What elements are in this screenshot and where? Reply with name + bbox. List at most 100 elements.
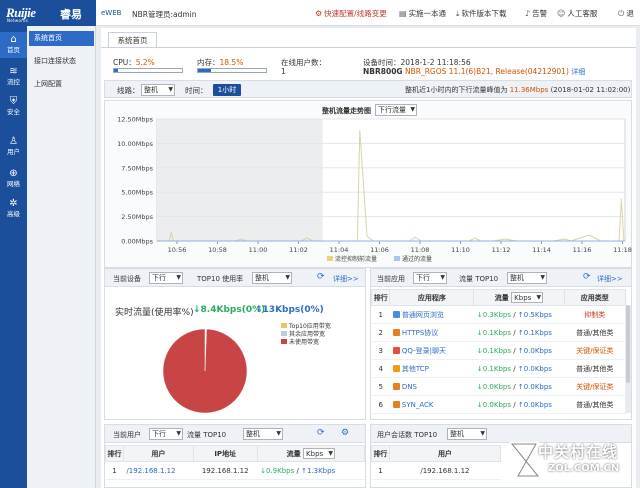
refresh-icon[interactable]: ⟳ bbox=[583, 272, 591, 282]
chevron-down-icon: ▼ bbox=[276, 430, 281, 437]
table-row: 1 /192.168.1.12 192.168.1.12 ↓0.9Kbps / … bbox=[105, 461, 365, 480]
user-scope-value: 整机 bbox=[246, 430, 260, 438]
globe-icon: ⊕ bbox=[9, 168, 18, 179]
chevron-down-icon: ▼ bbox=[480, 430, 485, 437]
line-select-value: 整机 bbox=[144, 86, 158, 94]
app-sort-select[interactable]: 下行 ▼ bbox=[413, 272, 447, 284]
row-rank: 1 bbox=[371, 305, 390, 324]
sidebar-label: 安全 bbox=[7, 108, 20, 116]
tab-system-home[interactable]: 系统首页 bbox=[108, 32, 157, 48]
row-down: ↓0.9Kbps bbox=[260, 466, 295, 475]
submenu-item-internet-config[interactable]: 上网配置 bbox=[29, 77, 94, 92]
device-detail-link[interactable]: 详细 bbox=[571, 68, 585, 76]
x-tick-label: 11:14 bbox=[532, 246, 551, 254]
app-rows: 1 普通网页浏览 ↓0.3Kbps / ↑0.5Kbps 抑制类 2 HTTPS协议 ↓0.… bbox=[371, 305, 626, 414]
wrench-icon: ⚙ bbox=[315, 9, 323, 18]
sidebar-item-advanced[interactable]: ✲ 高级 bbox=[0, 196, 27, 222]
sidebar-item-user[interactable]: ♙ 用户 bbox=[0, 134, 27, 160]
row-app[interactable]: HTTPS协议 bbox=[389, 323, 474, 342]
sidebar-label: 网络 bbox=[7, 180, 20, 188]
device-time-label: 设备时间： bbox=[363, 58, 401, 67]
row-up: ↑0.5Kbps bbox=[517, 310, 552, 319]
traffic-chart-svg: 0.00Mbps 2.50Mbps 5.00Mbps 7.50Mbps 10.00Mbp… bbox=[117, 116, 632, 264]
row-up: ↑0.0Kbps bbox=[517, 364, 552, 373]
sidebar-item-security[interactable]: ⛨ 安全 bbox=[0, 94, 27, 120]
row-app[interactable]: DNS bbox=[389, 377, 474, 396]
cpu-label: CPU： bbox=[113, 58, 136, 67]
table-row: 6 SYN_ACK ↓0.0Kbps / ↑0.0Kbps 普通/其他类 bbox=[371, 395, 626, 414]
row-app[interactable]: QQ-登录|聊天 bbox=[389, 341, 474, 360]
row-user[interactable]: /192.168.1.12 bbox=[123, 461, 194, 480]
row-rank: 2 bbox=[371, 323, 390, 342]
row-traffic: ↓0.1Kbps / ↑0.0Kbps bbox=[473, 341, 565, 360]
col-traffic: 流量 Kbps ▼ bbox=[473, 289, 565, 306]
col-traffic-label: 流量 bbox=[286, 450, 301, 458]
scrollbar-thumb[interactable] bbox=[626, 305, 630, 383]
online-users-value: 1 bbox=[281, 67, 286, 76]
chevron-down-icon: ▼ bbox=[536, 294, 542, 301]
time-range-button[interactable]: 1小时 bbox=[213, 84, 241, 96]
row-down: ↓0.1Kbps bbox=[476, 346, 512, 355]
logo-subtext: Networks bbox=[7, 18, 29, 23]
row-down: ↓0.3Kbps bbox=[476, 310, 512, 319]
row-rank: 6 bbox=[371, 395, 390, 414]
app-icon bbox=[392, 401, 400, 408]
app-detail-link[interactable]: 详细>> bbox=[597, 274, 623, 284]
app-panel-label: 当前应用 bbox=[377, 275, 405, 283]
submenu-item-system-home[interactable]: 系统首页 bbox=[29, 31, 94, 46]
row-app-name: 其他TCP bbox=[401, 364, 429, 373]
x-tick-label: 11:12 bbox=[492, 246, 511, 254]
ruijie-logo[interactable]: Ruijie Networks 睿易 bbox=[0, 0, 96, 26]
chevron-down-icon: ▼ bbox=[328, 450, 334, 457]
y-tick-label: 10.00Mbps bbox=[117, 140, 153, 148]
customer-service-link[interactable]: ☺ 人工客服 bbox=[557, 8, 597, 19]
traffic-unit-select[interactable]: Kbps ▼ bbox=[303, 448, 336, 459]
software-download-label: 软件版本下载 bbox=[461, 9, 507, 18]
app-scope-select[interactable]: 整机 ▼ bbox=[507, 272, 547, 284]
app-icon bbox=[392, 329, 400, 336]
chevron-down-icon: ▼ bbox=[440, 274, 445, 281]
sidebar-item-network[interactable]: ⊕ 网络 bbox=[0, 166, 27, 192]
row-up: ↑0.0Kbps bbox=[517, 382, 552, 391]
sidebar-item-flow[interactable]: ≋ 流控 bbox=[0, 64, 27, 90]
device-model: NBR800G bbox=[363, 67, 403, 76]
table-row: 1 /192.168.1.12 bbox=[371, 461, 501, 480]
session-scope-select[interactable]: 整机 ▼ bbox=[447, 428, 487, 440]
traffic-unit-select[interactable]: Kbps ▼ bbox=[511, 292, 544, 303]
zol-logo-icon bbox=[510, 442, 540, 478]
memory-value: 18.5% bbox=[219, 58, 244, 67]
row-type: 普通/其他类 bbox=[564, 323, 626, 342]
quick-config-link[interactable]: ⚙ 快速配置/线路变更 bbox=[315, 8, 387, 19]
row-app[interactable]: 普通网页浏览 bbox=[389, 305, 474, 324]
alarm-link[interactable]: ♪ 告警 bbox=[525, 8, 547, 19]
app-scrollbar[interactable] bbox=[625, 305, 631, 413]
user-traffic-panel: 当前用户 下行 ▼ 流量 TOP10 整机 ▼ ⟳ ⚙ 排行 用户 IP地址 流量 … bbox=[104, 424, 366, 488]
submenu-item-interface-status[interactable]: 接口连接状态 bbox=[29, 54, 94, 69]
user-sort-select[interactable]: 下行 ▼ bbox=[149, 428, 183, 440]
traffic-unit-value: Kbps bbox=[306, 450, 324, 458]
row-traffic: ↓0.0Kbps / ↑0.0Kbps bbox=[473, 377, 565, 396]
line-select[interactable]: 整机 ▼ bbox=[141, 84, 175, 96]
main-sidebar: ⌂ 首页 ≋ 流控 ⛨ 安全 ♙ 用户 ⊕ 网络 ✲ 高级 bbox=[0, 26, 27, 488]
sidebar-item-home[interactable]: ⌂ 首页 bbox=[0, 32, 27, 58]
row-app[interactable]: SYN_ACK bbox=[389, 395, 474, 414]
device-time-value: 2018-1-2 11:18:56 bbox=[400, 58, 471, 67]
software-download-link[interactable]: ⤓ 软件版本下载 bbox=[456, 8, 507, 19]
tab-divider bbox=[101, 47, 636, 48]
user-panel-header: 当前用户 下行 ▼ 流量 TOP10 整机 ▼ ⟳ ⚙ bbox=[105, 425, 365, 443]
refresh-icon[interactable]: ⟳ bbox=[317, 428, 325, 438]
user-table: 排行 用户 IP地址 流量 Kbps ▼ 1 /192.168.1.12 192.… bbox=[105, 445, 366, 480]
row-user: /192.168.1.12 bbox=[389, 461, 501, 480]
app-scope-value: 整机 bbox=[510, 274, 524, 282]
alarm-label: 告警 bbox=[532, 9, 548, 18]
row-up: ↑0.0Kbps bbox=[517, 400, 552, 409]
exit-link[interactable]: ⏻ 退 bbox=[618, 8, 634, 19]
row-app[interactable]: 其他TCP bbox=[389, 359, 474, 378]
implementation-guide-link[interactable]: ▤ 实施一本通 bbox=[399, 8, 446, 19]
user-scope-select[interactable]: 整机 ▼ bbox=[243, 428, 283, 440]
row-traffic: ↓0.0Kbps / ↑0.0Kbps bbox=[473, 395, 565, 414]
settings-icon[interactable]: ⚙ bbox=[341, 428, 349, 438]
row-type: 关键/保证类 bbox=[564, 341, 626, 360]
row-down: ↓0.1Kbps bbox=[476, 364, 512, 373]
row-rank: 1 bbox=[371, 461, 390, 480]
